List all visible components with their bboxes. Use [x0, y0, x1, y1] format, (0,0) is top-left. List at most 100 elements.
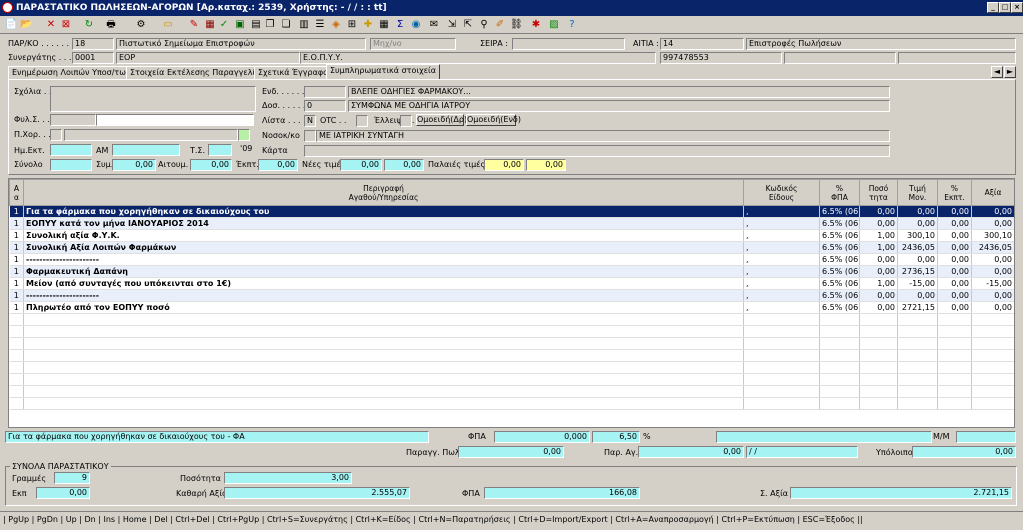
search-icon[interactable]: ⚲: [478, 19, 490, 31]
row-description[interactable]: Πληρωτέο από τον ΕΟΠΥΥ ποσό: [23, 301, 744, 314]
layers-icon[interactable]: ◈: [330, 19, 342, 31]
row-fpa[interactable]: 6.5% (06): [819, 277, 860, 290]
fyl-field[interactable]: [50, 114, 96, 126]
am-field[interactable]: [112, 144, 180, 156]
row-code[interactable]: ,: [743, 265, 820, 278]
help-icon[interactable]: ?: [566, 19, 578, 31]
row-disc[interactable]: 0,00: [937, 253, 972, 266]
footer-fpa-rate[interactable]: 6,50: [592, 431, 640, 443]
save-icon[interactable]: ▣: [234, 19, 246, 31]
partner-extra2-field[interactable]: [898, 52, 1016, 64]
total-field[interactable]: [50, 159, 92, 171]
pxor-field2[interactable]: [64, 129, 238, 141]
row-aa[interactable]: 1: [9, 229, 24, 242]
tools-icon[interactable]: ⚙: [135, 19, 147, 31]
par-ag-field[interactable]: 0,00: [638, 446, 744, 458]
row-disc[interactable]: 0,00: [937, 229, 972, 242]
chart-icon[interactable]: ▥: [298, 19, 310, 31]
row-value[interactable]: 0,00: [971, 289, 1014, 302]
print-icon[interactable]: 🖶: [105, 19, 117, 31]
table-row[interactable]: 1 Συνολική Αξία Λοιπών Φαρμάκων, 6.5% (06)…: [9, 241, 1014, 254]
table-row[interactable]: 1 ----------------------, 6.5% (06) 0,00 0,0…: [9, 289, 1014, 302]
otc-field[interactable]: [356, 115, 368, 127]
row-code[interactable]: ,: [743, 205, 820, 218]
row-fpa[interactable]: 6.5% (06): [819, 289, 860, 302]
parag-pol-field[interactable]: 0,00: [458, 446, 564, 458]
row-description[interactable]: Συνολική αξία Φ.Υ.Κ.: [23, 229, 744, 242]
table-row[interactable]: 1 Μείον (από συνταγές που υπόκεινται στο …: [9, 277, 1014, 290]
minimize-button[interactable]: _: [987, 2, 999, 13]
row-price[interactable]: 0,00: [897, 253, 938, 266]
partner-code-field[interactable]: 0001: [72, 52, 114, 64]
row-aa[interactable]: 1: [9, 217, 24, 230]
row-fpa[interactable]: 6.5% (06): [819, 241, 860, 254]
col-description[interactable]: Περιγραφή Αγαθού/Υπηρεσίας: [23, 179, 744, 206]
dos-code-field[interactable]: 0: [304, 100, 346, 112]
comments-field[interactable]: [50, 86, 256, 112]
partner-org-field[interactable]: Ε.Ο.Π.Υ.Υ.: [300, 52, 656, 64]
row-description[interactable]: Συνολική Αξία Λοιπών Φαρμάκων: [23, 241, 744, 254]
tab-related-docs[interactable]: Σχετικά Έγγραφα: [254, 66, 333, 79]
col-price[interactable]: Τιμή Μον.: [897, 179, 938, 206]
row-code[interactable]: ,: [743, 253, 820, 266]
row-price[interactable]: 300,10: [897, 229, 938, 242]
col-aa[interactable]: Α α: [9, 179, 24, 206]
new-price2-field[interactable]: 0,00: [384, 159, 424, 171]
table-row[interactable]: 1 ΕΟΠΥΥ κατά τον μήνα ΙΑΝΟΥΑΡΙΟΣ 2014, 6.5…: [9, 217, 1014, 230]
row-fpa[interactable]: 6.5% (06): [819, 265, 860, 278]
series-field[interactable]: [512, 38, 625, 50]
col-disc[interactable]: % Εκπτ.: [937, 179, 972, 206]
col-qty[interactable]: Ποσό τητα: [859, 179, 898, 206]
table-row[interactable]: 1 Πληρωτέο από τον ΕΟΠΥΥ ποσό, 6.5% (06) 0,…: [9, 301, 1014, 314]
line-desc-field[interactable]: Για τα φάρμακα που χορηγήθηκαν σε δικαιο…: [5, 431, 429, 443]
row-description[interactable]: ΕΟΠΥΥ κατά τον μήνα ΙΑΝΟΥΑΡΙΟΣ 2014: [23, 217, 744, 230]
row-description[interactable]: Φαρμακευτική Δαπάνη: [23, 265, 744, 278]
row-aa[interactable]: 1: [9, 301, 24, 314]
sigma-icon[interactable]: Σ: [394, 19, 406, 31]
omoeid-dr-button[interactable]: Ομοειδή(Δρ): [416, 114, 467, 126]
cancel-icon[interactable]: ⊠: [60, 19, 72, 31]
maximize-button[interactable]: □: [999, 2, 1011, 13]
add-icon[interactable]: ✚: [362, 19, 374, 31]
row-aa[interactable]: 1: [9, 241, 24, 254]
sym-field[interactable]: 0,00: [112, 159, 156, 171]
row-disc[interactable]: 0,00: [937, 265, 972, 278]
row-value[interactable]: 0,00: [971, 265, 1014, 278]
mm-field[interactable]: [956, 431, 1016, 443]
folder-icon[interactable]: ▭: [162, 19, 174, 31]
check-icon[interactable]: ✓: [218, 19, 230, 31]
edit-icon[interactable]: ✎: [188, 19, 200, 31]
row-disc[interactable]: 0,00: [937, 217, 972, 230]
import-icon[interactable]: ⇲: [446, 19, 458, 31]
pxor-field[interactable]: [50, 129, 62, 141]
link-icon[interactable]: ⛓: [510, 19, 523, 31]
row-value[interactable]: 0,00: [971, 217, 1014, 230]
row-disc[interactable]: 0,00: [937, 289, 972, 302]
row-disc[interactable]: 0,00: [937, 241, 972, 254]
row-value[interactable]: 0,00: [971, 205, 1014, 218]
par-code-field[interactable]: 18: [72, 38, 114, 50]
tab-supplementary[interactable]: Συμπληρωματικά στοιχεία: [326, 64, 441, 79]
row-fpa[interactable]: 6.5% (06): [819, 229, 860, 242]
row-value[interactable]: 300,10: [971, 229, 1014, 242]
ypoloipo-field[interactable]: 0,00: [912, 446, 1016, 458]
row-price[interactable]: 0,00: [897, 205, 938, 218]
row-value[interactable]: 0,00: [971, 301, 1014, 314]
row-description[interactable]: Για τα φάρμακα που χορηγήθηκαν σε δικαιο…: [23, 205, 744, 218]
table-row[interactable]: 1 ----------------------, 6.5% (06) 0,00 0,0…: [9, 253, 1014, 266]
row-aa[interactable]: 1: [9, 265, 24, 278]
row-qty[interactable]: 0,00: [859, 301, 898, 314]
tab-scroll-right[interactable]: ►: [1004, 66, 1016, 78]
fyl-field2[interactable]: [96, 114, 254, 126]
row-code[interactable]: ,: [743, 289, 820, 302]
row-price[interactable]: 0,00: [897, 289, 938, 302]
row-description[interactable]: Μείον (από συνταγές που υπόκεινται στο 1…: [23, 277, 744, 290]
row-qty[interactable]: 1,00: [859, 277, 898, 290]
row-code[interactable]: ,: [743, 229, 820, 242]
globe-icon[interactable]: ◉: [410, 19, 422, 31]
col-fpa[interactable]: % ΦΠΑ: [819, 179, 860, 206]
row-price[interactable]: 2721,15: [897, 301, 938, 314]
new-doc-icon[interactable]: 📄: [5, 19, 17, 31]
footer-date-field[interactable]: / /: [746, 446, 858, 458]
row-aa[interactable]: 1: [9, 253, 24, 266]
